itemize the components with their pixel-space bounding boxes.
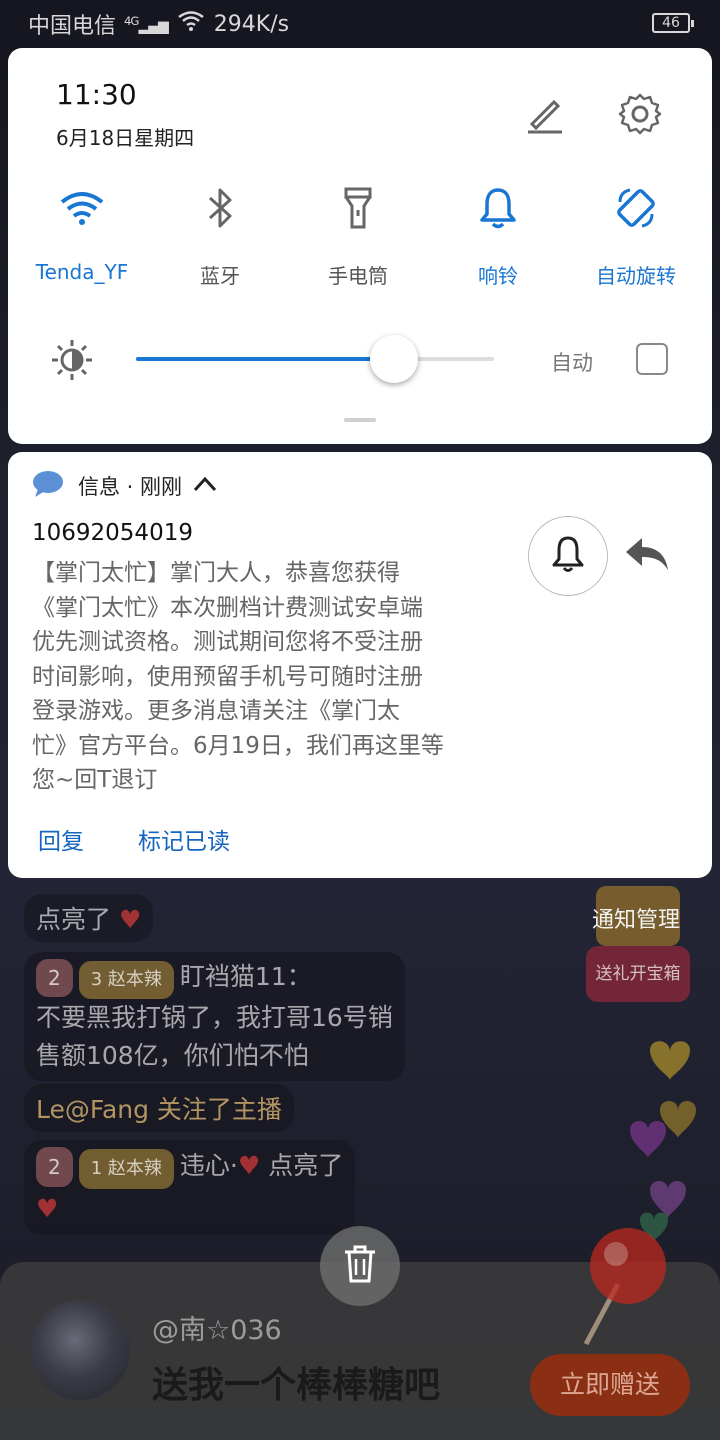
battery-icon: 46 (652, 13, 694, 33)
body-line: 您~回T退订 (32, 767, 158, 793)
trash-icon (342, 1244, 378, 1288)
chevron-up-icon[interactable] (192, 475, 218, 497)
chat-text: 点亮了 (36, 905, 112, 934)
treasure-label: 送礼开宝箱 (586, 946, 690, 1002)
clock-date: 6月18日星期四 (56, 126, 195, 150)
body-line: 登录游戏。更多消息请关注《掌门太 (32, 698, 400, 724)
gift-username: @南☆036 (152, 1315, 282, 1346)
message-app-icon (32, 470, 64, 502)
notification-app-name: 信息 · 刚刚 (78, 475, 183, 499)
gear-icon[interactable] (616, 90, 664, 138)
tile-label: 手电筒 (328, 264, 388, 288)
bluetooth-icon (150, 184, 290, 232)
reply-icon[interactable] (624, 534, 670, 574)
fan-level: 1 (90, 1158, 103, 1179)
brightness-slider[interactable] (136, 335, 494, 383)
chat-message: 23 赵本辣 盯裆猫11： 不要黑我打锅了，我打哥16号销 售额108亿，你们怕不… (24, 952, 405, 1081)
signal-icon: 4G▂▄▆ (124, 13, 169, 35)
chat-text: 不要黑我打锅了，我打哥16号销 (36, 1003, 393, 1032)
body-line: 忙》官方平台。6月19日，我们再这里等 (32, 732, 444, 759)
tile-flashlight[interactable]: 手电筒 (288, 184, 428, 289)
send-gift-button[interactable]: 立即赠送 (530, 1354, 690, 1416)
user-level-badge: 2 (36, 959, 73, 997)
tile-label: Tenda_YF (35, 260, 129, 284)
fan-level: 3 (90, 969, 103, 990)
fan-badge: 3 赵本辣 (78, 961, 174, 999)
avatar[interactable] (30, 1300, 130, 1400)
chat-username: 盯裆猫11： (179, 962, 312, 991)
battery-level: 46 (662, 15, 680, 31)
tile-auto-rotate[interactable]: 自动旋转 (566, 184, 706, 289)
auto-brightness-label: 自动 (551, 351, 593, 375)
notification-actions: 回复 标记已读 (38, 822, 230, 856)
chat-text: 售额108亿，你们怕不怕 (36, 1041, 309, 1070)
tile-wifi[interactable]: Tenda_YF (12, 184, 152, 284)
chat-message: 点亮了 ♥ (24, 894, 154, 942)
chat-message: Le@Fang 关注了主播 (24, 1084, 294, 1132)
flashlight-icon (288, 184, 428, 232)
tile-label: 蓝牙 (200, 264, 240, 288)
wifi-status-icon (178, 11, 204, 37)
notification-sender: 10692054019 (32, 520, 193, 546)
heart-icon: ♥ (36, 1194, 59, 1223)
gift-message: 送我一个棒棒糖吧 (152, 1365, 441, 1406)
fan-badge: 1 赵本辣 (78, 1149, 174, 1189)
chat-text: Le@Fang 关注了主播 (24, 1084, 294, 1132)
brightness-icon (50, 338, 94, 382)
body-line: 【掌门太忙】掌门大人，恭喜您获得 (32, 560, 400, 586)
quick-settings-panel: 11:30 6月18日星期四 Tenda_YF 蓝牙 手电筒 响铃 自动旋转 自… (8, 48, 712, 444)
fan-name: 赵本辣 (107, 969, 162, 990)
lollipop-icon (583, 1228, 666, 1346)
network-speed: 294K/s (213, 11, 290, 37)
edit-icon[interactable] (522, 92, 566, 136)
body-line: 《掌门太忙》本次删档计费测试安卓端 (32, 594, 423, 621)
user-level-badge: 2 (36, 1147, 73, 1187)
sms-notification[interactable]: 信息 · 刚刚 10692054019 【掌门太忙】掌门大人，恭喜您获得 《掌门… (8, 452, 712, 878)
chat-message: 21 赵本辣 违心·♥ 点亮了 ♥ (24, 1140, 356, 1235)
tile-bluetooth[interactable]: 蓝牙 (150, 184, 290, 289)
chat-text: 点亮了 (268, 1151, 344, 1180)
heart-icon: ♥ (237, 1151, 261, 1180)
status-bar: 中国电信 4G▂▄▆ 294K/s 46 (0, 0, 720, 48)
network-type: 4G (124, 13, 139, 28)
bell-icon (551, 534, 585, 578)
brightness-slider-fill (136, 357, 394, 361)
notification-body: 【掌门太忙】掌门大人，恭喜您获得 《掌门太忙》本次删档计费测试安卓端 优先测试资… (32, 556, 502, 798)
fan-name: 赵本辣 (107, 1158, 162, 1179)
reply-button[interactable]: 回复 (38, 822, 84, 856)
clock-time: 11:30 (56, 78, 137, 111)
tile-label: 响铃 (478, 264, 518, 288)
carrier-label: 中国电信 (28, 14, 117, 39)
tile-ring[interactable]: 响铃 (428, 184, 568, 289)
body-line: 优先测试资格。测试期间您将不受注册 (32, 629, 423, 655)
drag-handle[interactable] (344, 418, 376, 422)
notification-management-button[interactable]: 通知管理 (592, 902, 680, 934)
chat-username: 违心· (179, 1151, 238, 1180)
heart-icon: ♥ (118, 905, 142, 934)
body-line: 时间影响，使用预留手机号可随时注册 (32, 663, 423, 690)
delete-button[interactable] (320, 1226, 400, 1306)
notification-header[interactable]: 信息 · 刚刚 (32, 470, 218, 502)
brightness-slider-thumb[interactable] (369, 335, 418, 383)
mark-read-button[interactable]: 标记已读 (138, 822, 230, 856)
bell-icon (428, 184, 568, 232)
rotate-icon (566, 184, 706, 232)
tile-label: 自动旋转 (596, 264, 676, 288)
auto-brightness-checkbox[interactable] (636, 343, 668, 375)
wifi-icon (12, 184, 152, 232)
notification-bell-button[interactable] (528, 516, 608, 596)
